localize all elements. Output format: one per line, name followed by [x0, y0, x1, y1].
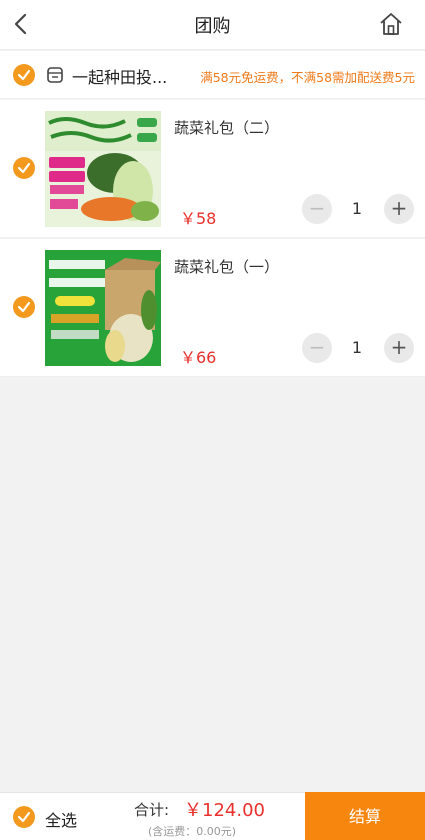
- store-icon: [45, 65, 65, 85]
- store-checkbox[interactable]: [13, 64, 35, 86]
- store-name[interactable]: 一起种田投...: [72, 64, 167, 88]
- item-name[interactable]: 蔬菜礼包（二）: [174, 117, 279, 138]
- select-all-checkbox[interactable]: [13, 806, 35, 828]
- quantity-value: 1: [351, 199, 363, 218]
- quantity-increase-button[interactable]: +: [384, 194, 414, 224]
- total-label: 合计:: [134, 801, 170, 819]
- checkout-bar: 全选 合计: ￥124.00 (含运费：0.00元) 结算: [0, 792, 425, 840]
- checkmark-icon: [17, 811, 31, 823]
- quantity-increase-button[interactable]: +: [384, 333, 414, 363]
- page-title: 团购: [194, 16, 231, 37]
- quantity-value: 1: [351, 338, 363, 357]
- checkmark-icon: [17, 69, 31, 81]
- shipping-fee: (含运费：0.00元): [148, 825, 237, 838]
- checkmark-icon: [17, 162, 31, 174]
- item-price: ￥66: [180, 348, 217, 367]
- item-name[interactable]: 蔬菜礼包（一）: [174, 256, 279, 277]
- select-all-label[interactable]: 全选: [45, 807, 77, 831]
- quantity-decrease-button[interactable]: −: [302, 194, 332, 224]
- item-checkbox[interactable]: [13, 157, 35, 179]
- product-image[interactable]: [45, 250, 161, 366]
- store-row: 一起种田投... 满58元免运费，不满58需加配送费5元: [0, 51, 425, 99]
- item-checkbox[interactable]: [13, 296, 35, 318]
- product-image[interactable]: [45, 111, 161, 227]
- total-amount: ￥124.00: [184, 800, 265, 821]
- shipping-note: 满58元免运费，不满58需加配送费5元: [200, 70, 415, 85]
- quantity-decrease-button[interactable]: −: [302, 333, 332, 363]
- checkmark-icon: [17, 301, 31, 313]
- cart-item: 蔬菜礼包（一） ￥66 − 1 +: [0, 239, 425, 377]
- top-nav-bar: 团购: [0, 0, 425, 50]
- home-icon[interactable]: [377, 10, 405, 38]
- cart-item: 蔬菜礼包（二） ￥58 − 1 +: [0, 100, 425, 238]
- item-price: ￥58: [180, 209, 217, 228]
- checkout-button[interactable]: 结算: [305, 792, 425, 840]
